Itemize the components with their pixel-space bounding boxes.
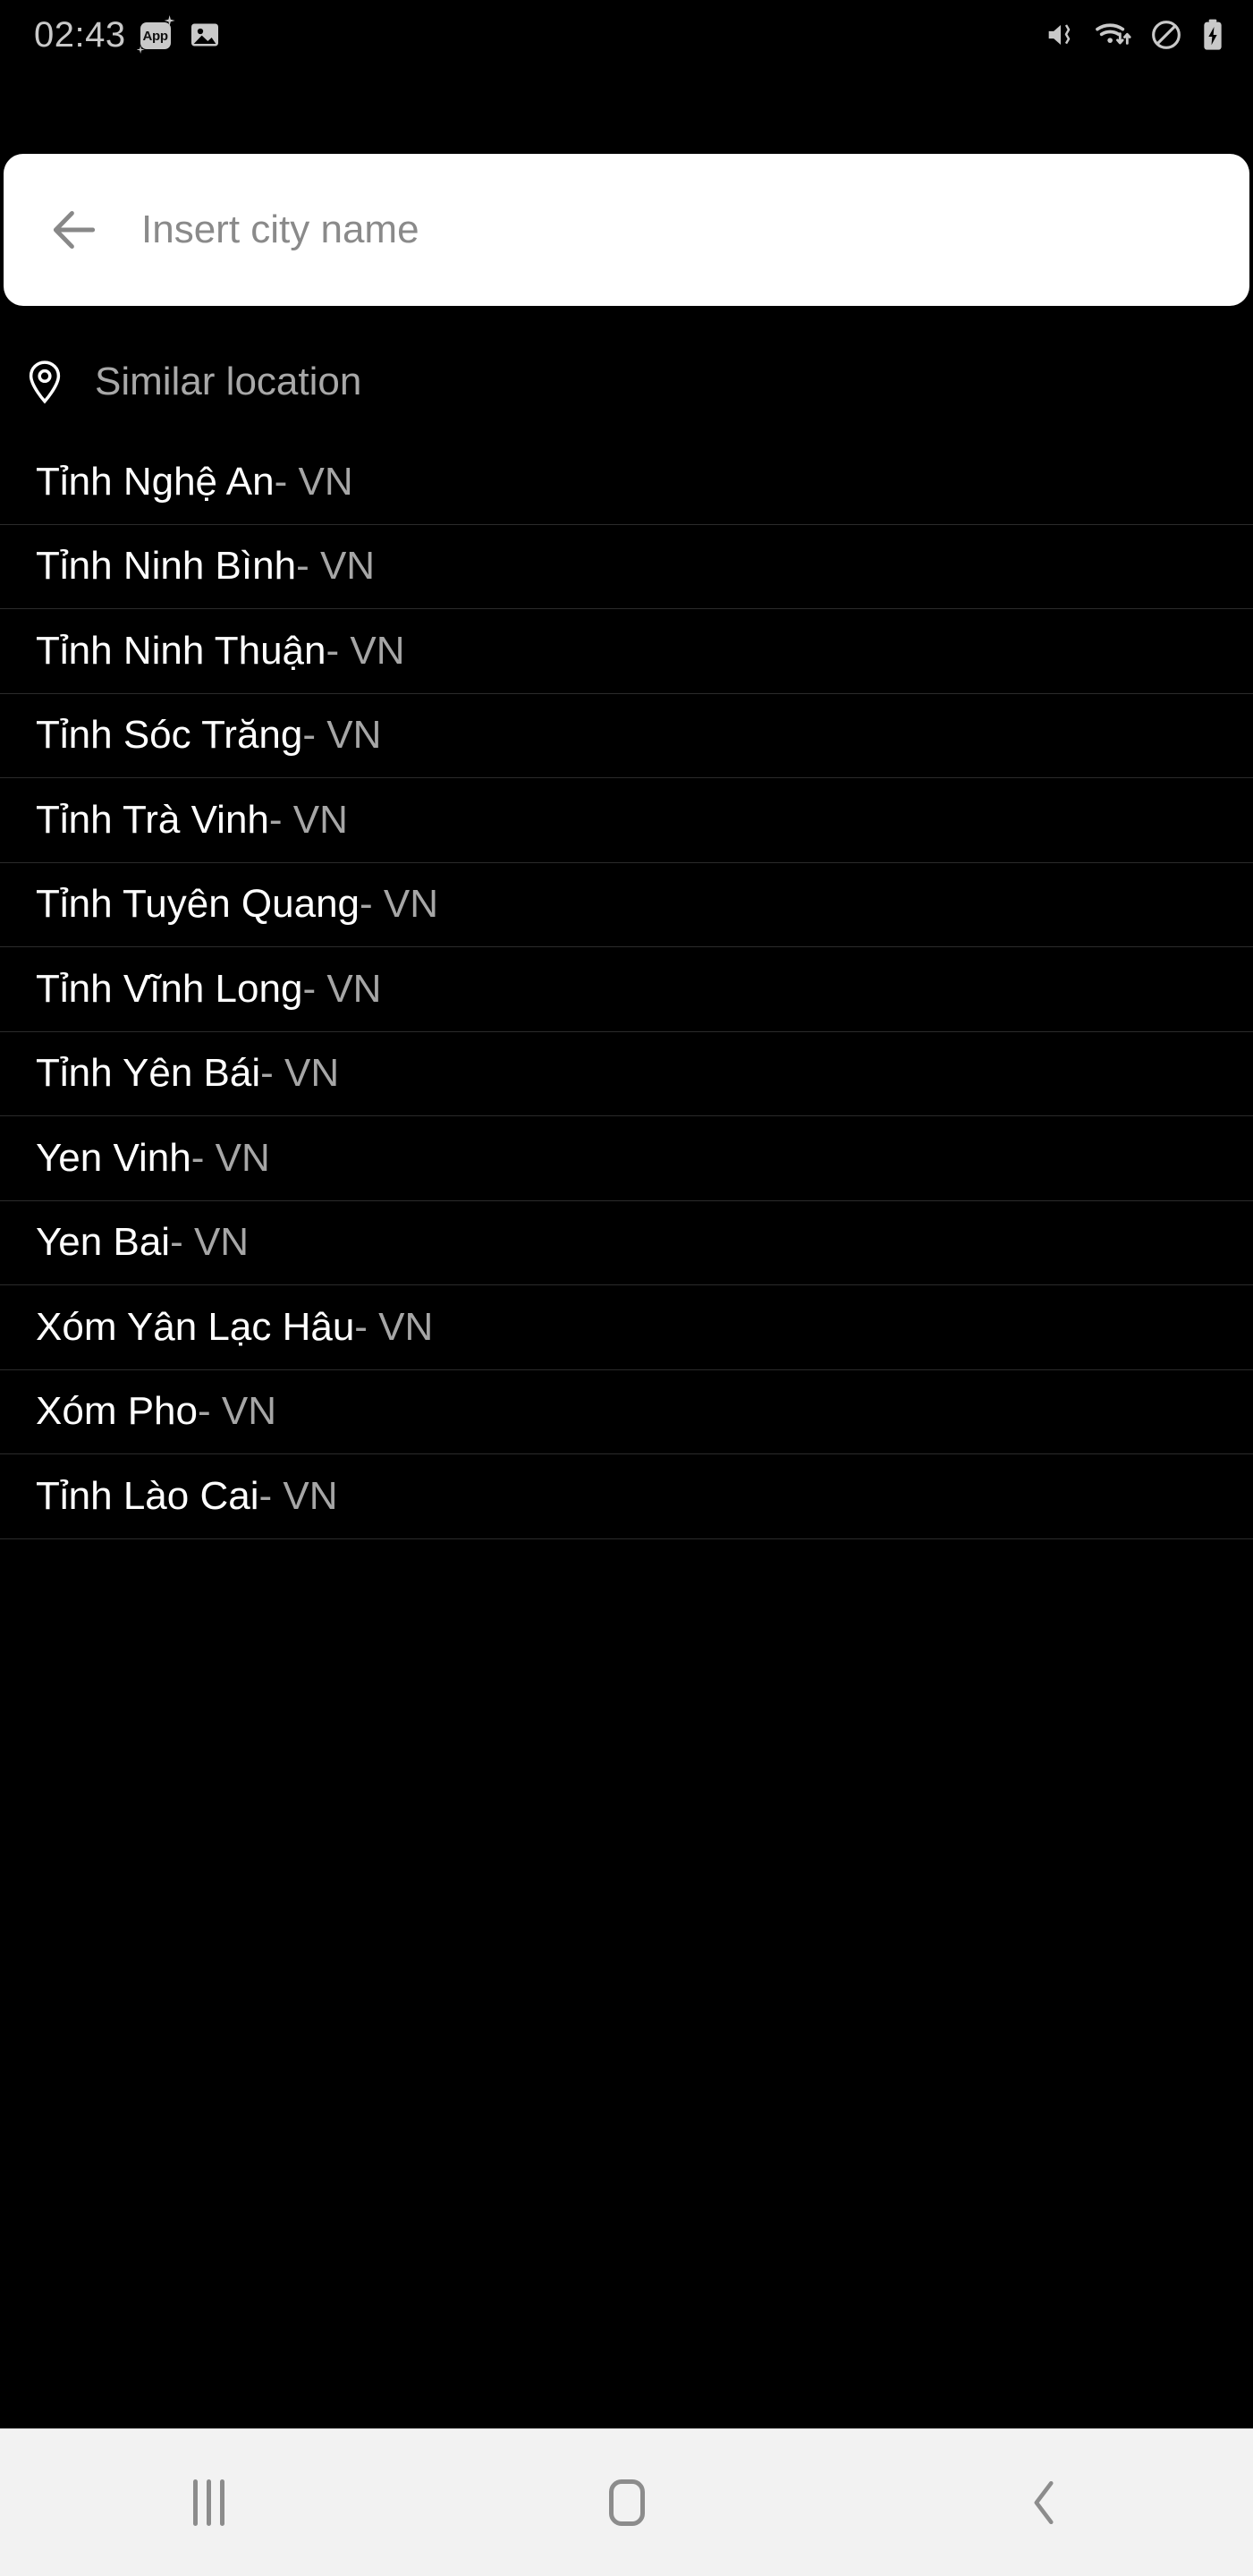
phone-screen: 02:43 App Insert city name Similar locat…: [0, 0, 1253, 2576]
list-item-country: - VN: [302, 713, 382, 758]
list-item-country: - VN: [258, 1473, 338, 1518]
list-item-city: Tỉnh Trà Vinh: [36, 797, 269, 842]
mute-vibrate-icon: [1048, 24, 1071, 45]
recents-icon: [193, 2479, 224, 2526]
list-item-country: - VN: [170, 1220, 250, 1265]
list-item-city: Xóm Pho: [36, 1389, 198, 1434]
wifi-data-icon: [1096, 23, 1131, 45]
list-item-city: Tỉnh Lào Cai: [36, 1473, 259, 1518]
list-item-label: Tỉnh Yên Bái- VN: [36, 1051, 339, 1096]
list-item-city: Tỉnh Sóc Trăng: [36, 713, 303, 758]
photo-icon: [190, 23, 218, 47]
list-item-label: Tỉnh Trà Vinh- VN: [36, 798, 348, 843]
list-item[interactable]: Tỉnh Lào Cai- VN: [0, 1454, 1253, 1539]
list-item-label: Xóm Yân Lạc Hâu- VN: [36, 1305, 433, 1350]
list-item[interactable]: Yen Bai- VN: [0, 1201, 1253, 1285]
list-item-label: Yen Vinh- VN: [36, 1136, 270, 1181]
app-badge-label: App: [140, 22, 171, 49]
list-item-city: Tỉnh Yên Bái: [36, 1051, 261, 1096]
list-item-country: - VN: [296, 544, 376, 589]
status-bar-left: 02:43 App: [34, 15, 223, 55]
list-item-label: Tỉnh Ninh Thuận- VN: [36, 629, 405, 674]
list-item-country: - VN: [354, 1304, 434, 1349]
list-item-label: Tỉnh Lào Cai- VN: [36, 1474, 337, 1519]
list-item-city: Yen Vinh: [36, 1135, 191, 1180]
list-item-city: Tỉnh Ninh Bình: [36, 544, 297, 589]
search-bar[interactable]: [4, 154, 1249, 306]
list-item-country: - VN: [360, 882, 439, 927]
list-item-country: - VN: [274, 459, 353, 504]
list-item[interactable]: Xóm Yân Lạc Hâu- VN: [0, 1285, 1253, 1370]
status-bar: 02:43 App: [0, 0, 1253, 70]
list-item-label: Tỉnh Vĩnh Long- VN: [36, 967, 381, 1012]
list-item-city: Tỉnh Tuyên Quang: [36, 882, 360, 927]
do-not-disturb-icon: [1152, 21, 1181, 49]
list-item-country: - VN: [260, 1051, 340, 1096]
section-title: Similar location: [95, 360, 362, 403]
location-pin-icon: [29, 360, 61, 404]
nav-home-button[interactable]: [418, 2429, 835, 2576]
app-badge-icon: App: [136, 15, 175, 54]
list-item-city: Tỉnh Nghệ An: [36, 459, 275, 504]
list-item[interactable]: Tỉnh Ninh Thuận- VN: [0, 609, 1253, 694]
list-item-label: Tỉnh Tuyên Quang- VN: [36, 882, 438, 927]
similar-location-header: Similar location: [0, 329, 1253, 435]
nav-recents-button[interactable]: [0, 2429, 418, 2576]
results-list[interactable]: Tỉnh Nghệ An- VN Tỉnh Ninh Bình- VN Tỉnh N…: [0, 440, 1253, 2428]
list-item-label: Yen Bai- VN: [36, 1220, 249, 1265]
battery-charging-icon: [1204, 19, 1222, 50]
list-item-city: Tỉnh Vĩnh Long: [36, 966, 303, 1011]
back-icon: [1034, 2480, 1054, 2525]
list-item-label: Xóm Pho- VN: [36, 1389, 276, 1434]
list-item[interactable]: Tỉnh Tuyên Quang- VN: [0, 863, 1253, 947]
status-bar-right: [1043, 17, 1226, 53]
list-item-country: - VN: [302, 966, 382, 1011]
list-item-city: Xóm Yân Lạc Hâu: [36, 1304, 355, 1349]
search-input[interactable]: [141, 154, 1249, 306]
home-icon: [608, 2479, 645, 2526]
list-item-country: - VN: [190, 1135, 270, 1180]
list-item-label: Tỉnh Ninh Bình- VN: [36, 544, 375, 589]
list-item[interactable]: Xóm Pho- VN: [0, 1370, 1253, 1454]
list-item[interactable]: Tỉnh Sóc Trăng- VN: [0, 694, 1253, 778]
list-item-country: - VN: [197, 1389, 276, 1434]
list-item-city: Tỉnh Ninh Thuận: [36, 628, 326, 673]
list-item[interactable]: Tỉnh Vĩnh Long- VN: [0, 947, 1253, 1032]
nav-back-button[interactable]: [835, 2429, 1253, 2576]
list-item-label: Tỉnh Nghệ An- VN: [36, 460, 353, 504]
list-item-country: - VN: [326, 628, 405, 673]
list-item-city: Yen Bai: [36, 1220, 171, 1265]
list-item-country: - VN: [268, 797, 348, 842]
list-item[interactable]: Tỉnh Yên Bái- VN: [0, 1032, 1253, 1116]
list-item[interactable]: Tỉnh Trà Vinh- VN: [0, 778, 1253, 863]
list-item[interactable]: Tỉnh Ninh Bình- VN: [0, 525, 1253, 609]
list-item[interactable]: Tỉnh Nghệ An- VN: [0, 440, 1253, 525]
system-navigation-bar: [0, 2428, 1253, 2576]
status-bar-clock: 02:43: [34, 14, 126, 55]
list-item[interactable]: Yen Vinh- VN: [0, 1116, 1253, 1201]
back-arrow-icon[interactable]: [47, 202, 102, 258]
list-item-label: Tỉnh Sóc Trăng- VN: [36, 713, 381, 758]
